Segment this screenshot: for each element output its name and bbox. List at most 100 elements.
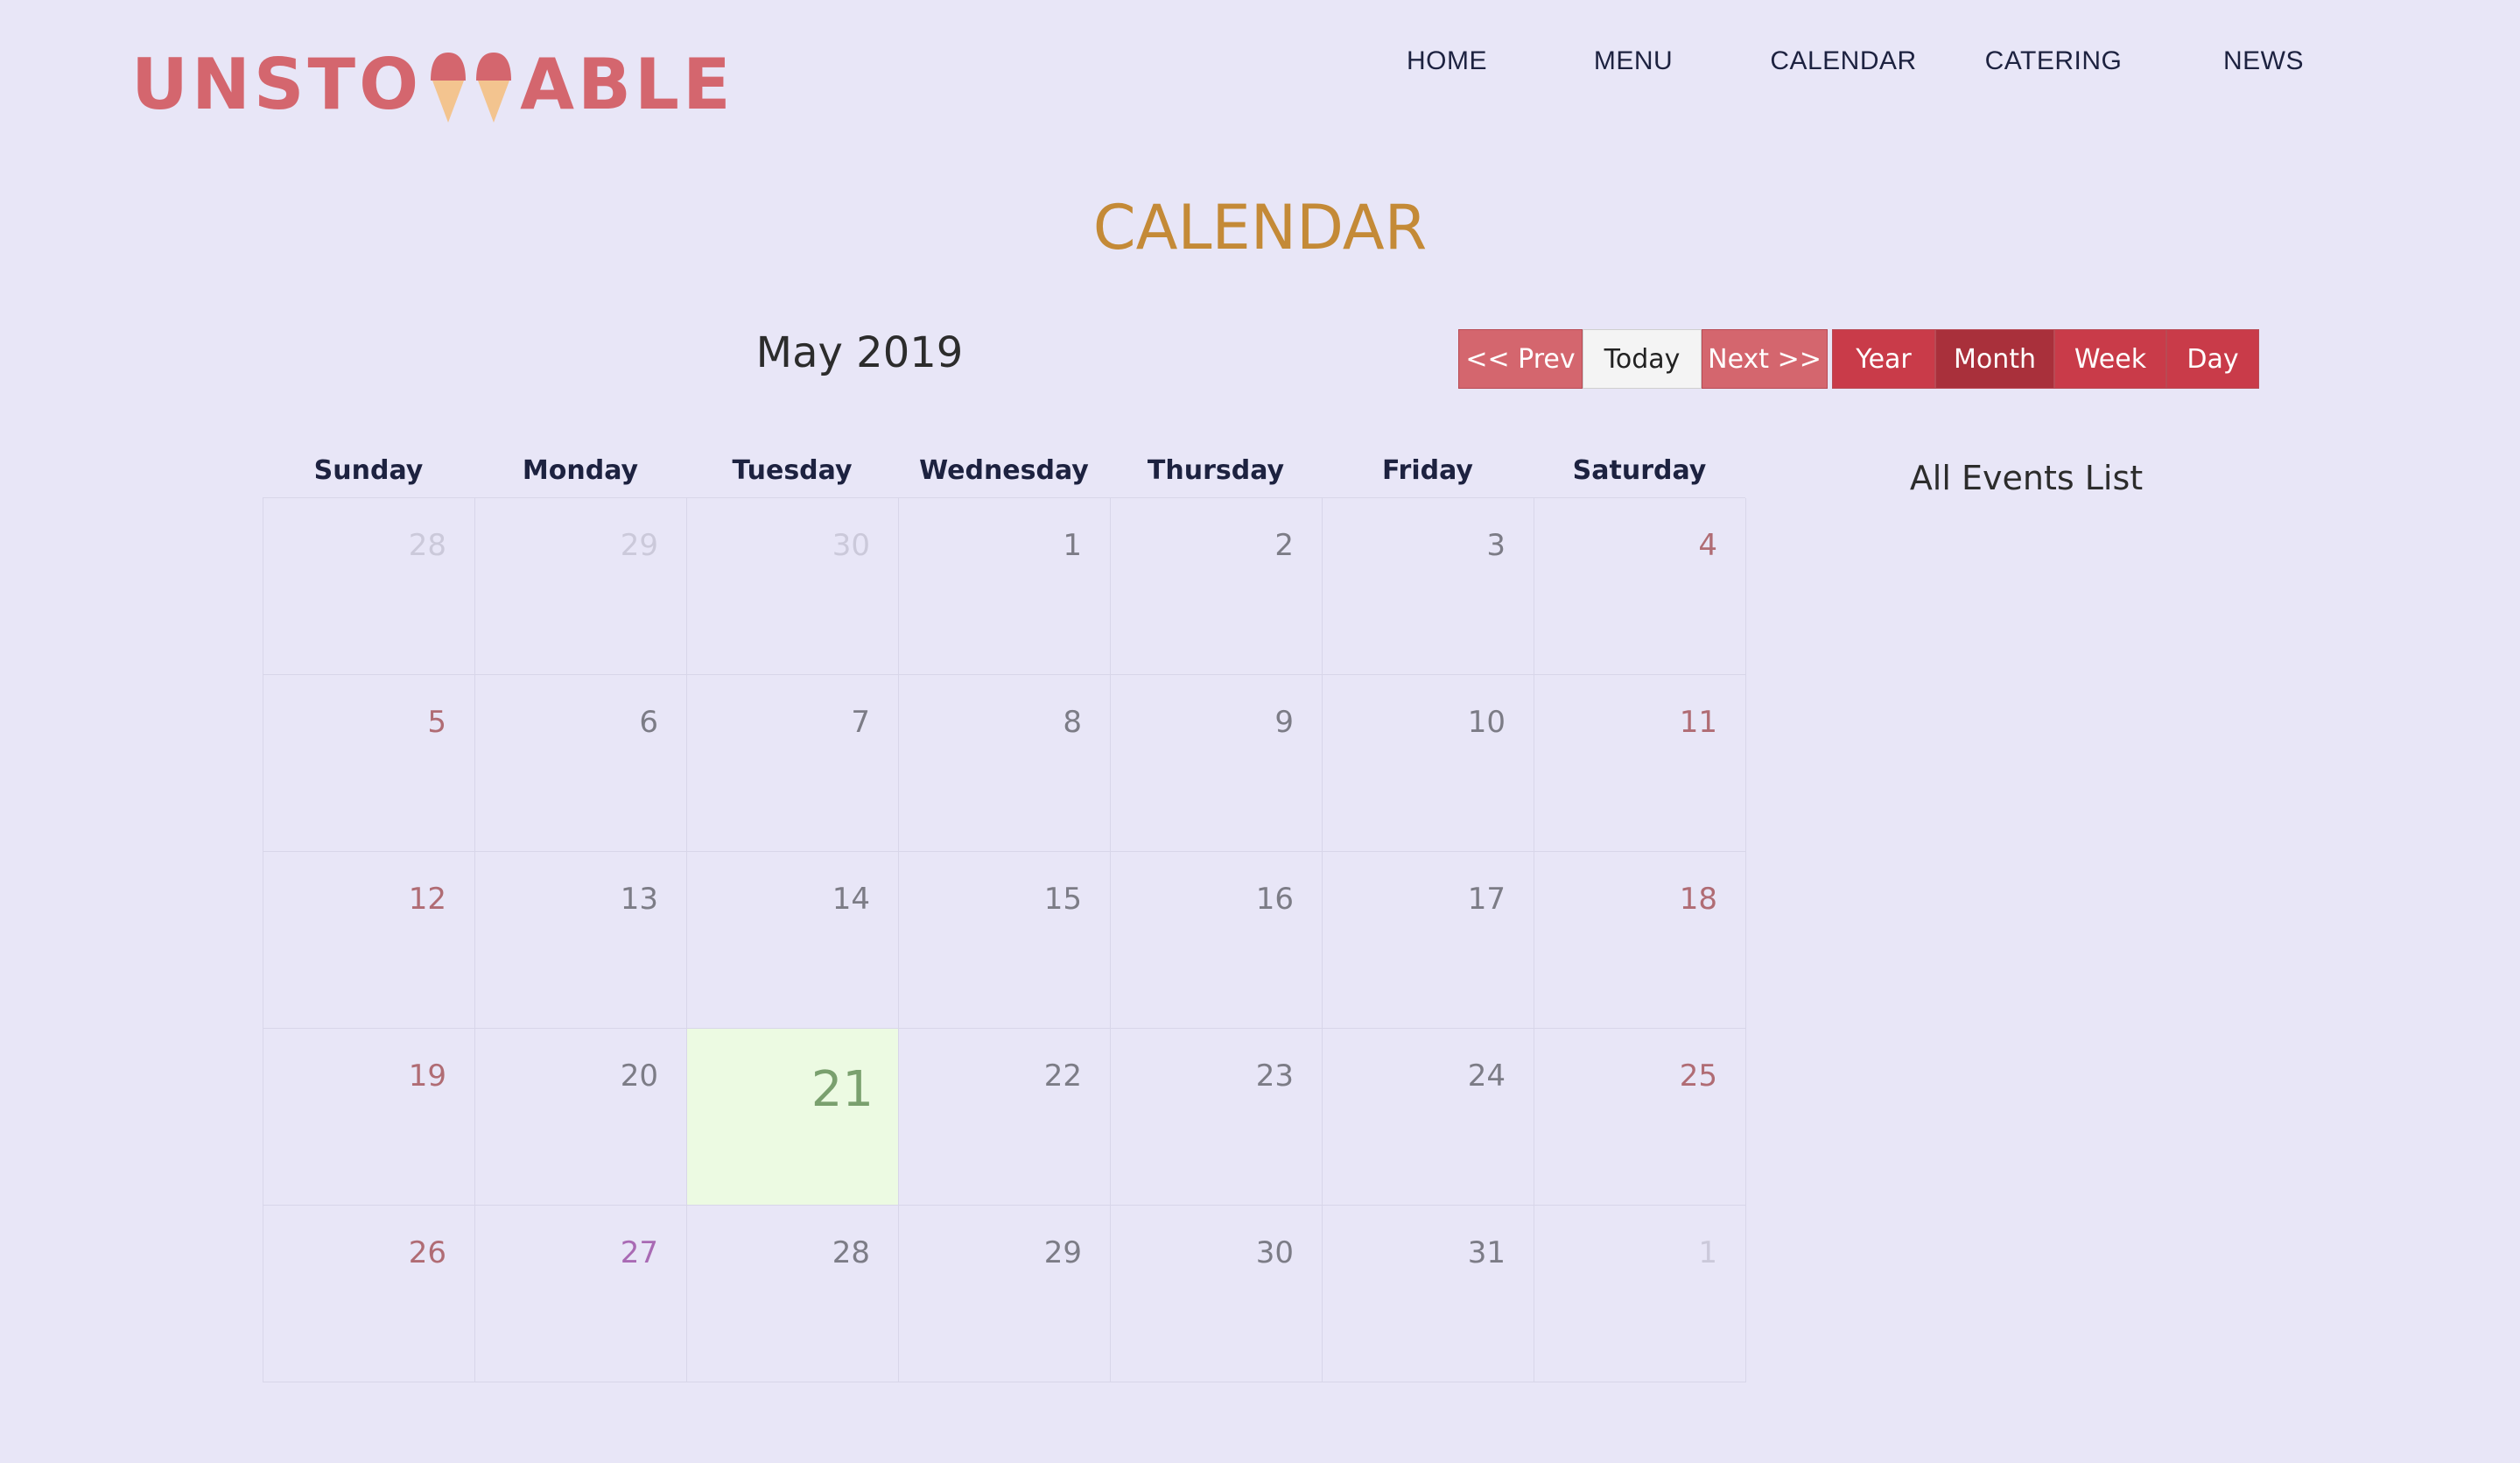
nav-calendar[interactable]: CALENDAR: [1738, 42, 1948, 81]
day-cell[interactable]: 7: [687, 675, 899, 852]
day-cell[interactable]: 14: [687, 852, 899, 1029]
day-number: 25: [1679, 1059, 1717, 1094]
day-cell[interactable]: 17: [1323, 852, 1534, 1029]
events-list-title: All Events List: [1909, 459, 2144, 497]
day-cell[interactable]: 10: [1323, 675, 1534, 852]
day-number: 20: [620, 1059, 658, 1094]
day-number: 28: [408, 528, 446, 563]
day-number: 13: [620, 882, 658, 917]
weekday-label: Tuesday: [732, 455, 853, 486]
day-cell[interactable]: 5: [263, 675, 475, 852]
weekday-label: Monday: [522, 455, 639, 486]
day-cell[interactable]: 18: [1534, 852, 1746, 1029]
day-number: 19: [408, 1059, 446, 1094]
day-number: 30: [832, 528, 870, 563]
day-cell[interactable]: 29: [899, 1206, 1111, 1382]
day-cell[interactable]: 8: [899, 675, 1111, 852]
logo[interactable]: UNSTO ABLE: [131, 46, 734, 124]
day-cell[interactable]: 16: [1111, 852, 1323, 1029]
day-cell[interactable]: 11: [1534, 675, 1746, 852]
day-cell[interactable]: 25: [1534, 1029, 1746, 1206]
month-calendar: Sunday Monday Tuesday Wednesday Thursday…: [263, 447, 1746, 1382]
ice-cream-cone-icon: [476, 53, 512, 123]
nav-news[interactable]: NEWS: [2158, 42, 2369, 81]
page-title: CALENDAR: [1092, 192, 1428, 264]
day-number: 3: [1486, 528, 1506, 563]
day-cell[interactable]: 27: [475, 1206, 687, 1382]
day-number: 28: [832, 1235, 870, 1270]
ice-cream-cones-icon: [425, 46, 516, 124]
day-cell[interactable]: 4: [1534, 498, 1746, 675]
today-day-number: 21: [811, 1061, 874, 1118]
next-button[interactable]: Next >>: [1702, 329, 1828, 389]
day-number: 4: [1698, 528, 1717, 563]
day-cell[interactable]: 3: [1323, 498, 1534, 675]
weekday-label: Sunday: [313, 455, 424, 486]
day-number: 8: [1063, 705, 1082, 740]
day-number: 22: [1043, 1059, 1082, 1094]
day-number: 7: [851, 705, 870, 740]
weekday-label: Wednesday: [919, 455, 1089, 486]
nav-catering[interactable]: CATERING: [1948, 42, 2158, 81]
day-number: 27: [620, 1235, 658, 1270]
day-cell[interactable]: 1: [1534, 1206, 1746, 1382]
day-number: 29: [620, 528, 658, 563]
day-cell[interactable]: 28: [263, 498, 475, 675]
day-cell[interactable]: 19: [263, 1029, 475, 1206]
day-number: 2: [1274, 528, 1294, 563]
day-cell[interactable]: 20: [475, 1029, 687, 1206]
day-number: 5: [427, 705, 446, 740]
day-number: 24: [1467, 1059, 1506, 1094]
navigation-button-group: << Prev Today Next >>: [1458, 329, 1828, 389]
day-number: 31: [1467, 1235, 1506, 1270]
day-number: 12: [408, 882, 446, 917]
day-number: 26: [408, 1235, 446, 1270]
day-number: 16: [1255, 882, 1294, 917]
today-cell[interactable]: 21: [687, 1029, 899, 1206]
day-number: 18: [1679, 882, 1717, 917]
day-cell[interactable]: 6: [475, 675, 687, 852]
day-number: 6: [639, 705, 658, 740]
today-button[interactable]: Today: [1583, 329, 1702, 389]
month-view-button[interactable]: Month: [1935, 329, 2054, 389]
day-cell[interactable]: 23: [1111, 1029, 1323, 1206]
day-cell[interactable]: 2: [1111, 498, 1323, 675]
month-title: May 2019: [755, 328, 964, 377]
day-cell[interactable]: 12: [263, 852, 475, 1029]
logo-text-right: ABLE: [520, 44, 734, 125]
day-number: 9: [1274, 705, 1294, 740]
year-view-button[interactable]: Year: [1832, 329, 1935, 389]
weekday-label: Friday: [1381, 455, 1473, 486]
nav-home[interactable]: HOME: [1365, 42, 1528, 81]
day-cell[interactable]: 24: [1323, 1029, 1534, 1206]
day-number: 15: [1043, 882, 1082, 917]
day-cell[interactable]: 1: [899, 498, 1111, 675]
logo-text-left: UNSTO: [131, 44, 423, 125]
day-cell[interactable]: 26: [263, 1206, 475, 1382]
prev-button[interactable]: << Prev: [1458, 329, 1583, 389]
day-number: 1: [1063, 528, 1082, 563]
calendar-grid: 28 29 30 1 2 3 4 5 6 7 8 9 10 11 12 13 1…: [263, 497, 1746, 1382]
day-cell[interactable]: 13: [475, 852, 687, 1029]
nav-menu[interactable]: MENU: [1528, 42, 1738, 81]
day-cell[interactable]: 28: [687, 1206, 899, 1382]
day-cell[interactable]: 9: [1111, 675, 1323, 852]
day-number: 14: [832, 882, 870, 917]
main-nav: HOME MENU CALENDAR CATERING NEWS: [1365, 42, 2369, 81]
day-number: 29: [1043, 1235, 1082, 1270]
day-number: 10: [1467, 705, 1506, 740]
weekday-label: Saturday: [1572, 455, 1707, 486]
day-number: 1: [1698, 1235, 1717, 1270]
day-number: 17: [1467, 882, 1506, 917]
day-cell[interactable]: 30: [687, 498, 899, 675]
day-cell[interactable]: 15: [899, 852, 1111, 1029]
day-cell[interactable]: 22: [899, 1029, 1111, 1206]
day-cell[interactable]: 30: [1111, 1206, 1323, 1382]
week-view-button[interactable]: Week: [2054, 329, 2166, 389]
day-number: 30: [1255, 1235, 1294, 1270]
ice-cream-cone-icon: [431, 53, 467, 123]
day-cell[interactable]: 31: [1323, 1206, 1534, 1382]
weekday-label: Thursday: [1147, 455, 1285, 486]
day-view-button[interactable]: Day: [2166, 329, 2259, 389]
day-cell[interactable]: 29: [475, 498, 687, 675]
